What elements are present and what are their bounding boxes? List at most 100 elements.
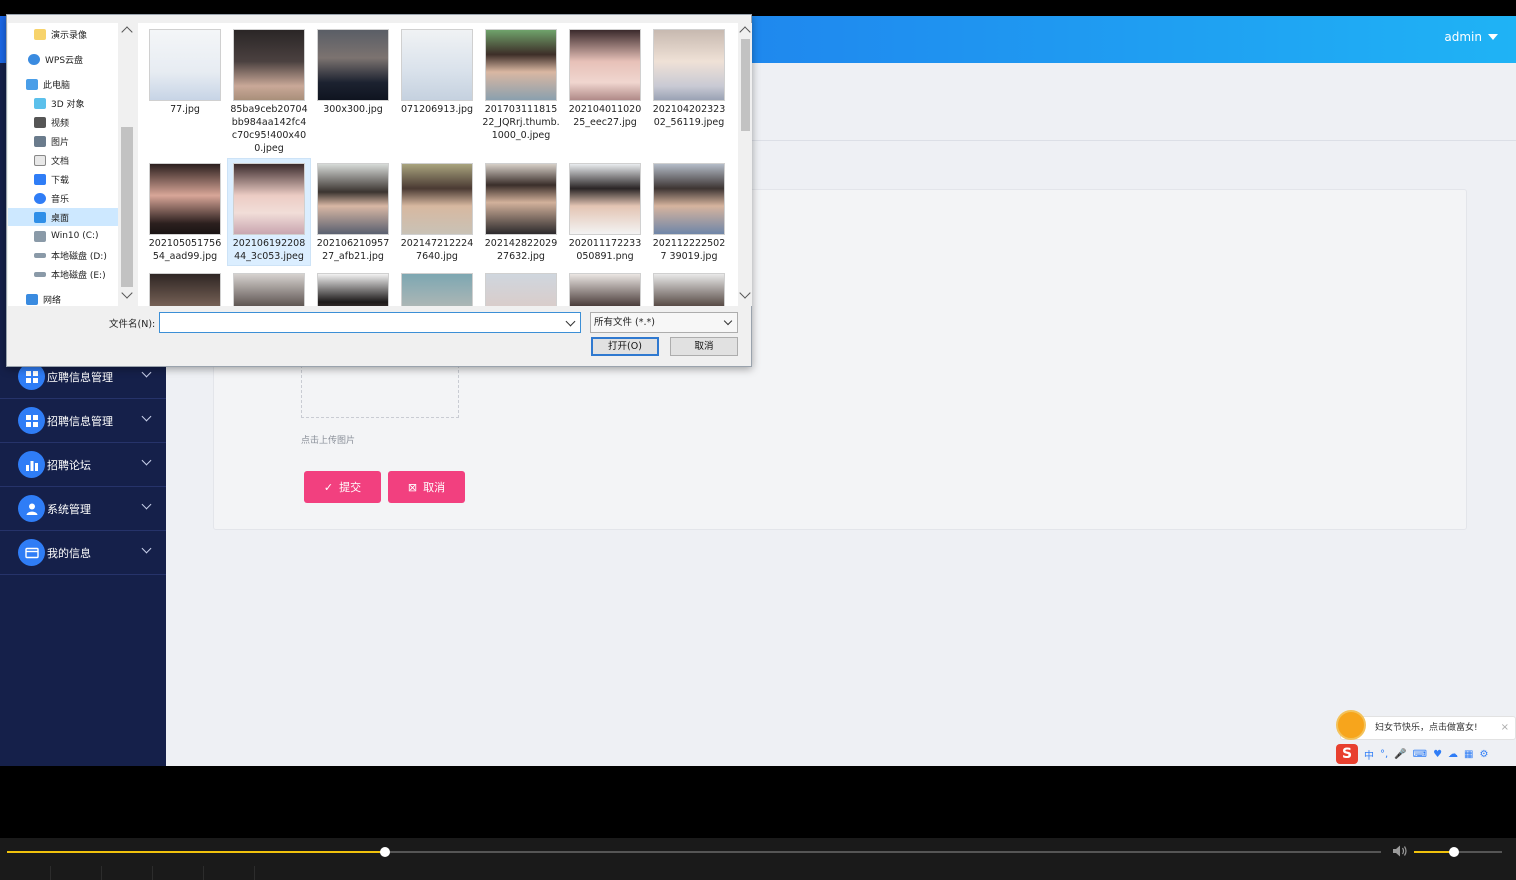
- microphone-icon[interactable]: 🎤: [1394, 749, 1406, 760]
- open-button[interactable]: 打开(O): [591, 337, 659, 356]
- volume-icon[interactable]: [1392, 844, 1408, 858]
- thumbnail: [569, 163, 641, 235]
- tree-item[interactable]: 图片: [8, 132, 118, 150]
- file-item[interactable]: 85ba9ceb20704bb984aa142fc4c70c95!400x400…: [228, 27, 310, 155]
- ime-tip[interactable]: 妇女节快乐，点击做富女! ×: [1340, 716, 1516, 740]
- scroll-up-icon[interactable]: [739, 26, 751, 38]
- progress-track[interactable]: [7, 851, 1381, 853]
- grid-icon: [18, 407, 45, 434]
- file-item[interactable]: 77.jpg: [144, 27, 226, 116]
- file-item[interactable]: 2021472122247640.jpg: [396, 161, 478, 263]
- sidebar-item-my-info[interactable]: 我的信息: [0, 531, 166, 575]
- file-item[interactable]: 20210621095727_afb21.jpg: [312, 161, 394, 263]
- gear-icon[interactable]: ⚙: [1480, 749, 1489, 760]
- toolbar-slot[interactable]: [51, 866, 102, 880]
- nav-scrollbar[interactable]: [118, 23, 136, 306]
- scroll-down-icon[interactable]: [121, 287, 133, 299]
- network-icon: [26, 293, 38, 305]
- toolbar-slot[interactable]: [153, 866, 204, 880]
- volume-handle[interactable]: [1448, 847, 1459, 857]
- keyboard-icon[interactable]: ⌨: [1413, 749, 1427, 760]
- tree-item-selected[interactable]: 桌面: [8, 208, 118, 226]
- tree-item[interactable]: 本地磁盘 (E:): [8, 265, 118, 283]
- skin-icon[interactable]: ♥: [1433, 749, 1442, 760]
- filename-input[interactable]: [159, 312, 581, 333]
- navigation-pane: 演示录像 WPS云盘 此电脑 3D 对象 视频 图片 文档 下载 音乐 桌面 W…: [8, 23, 136, 306]
- tree-item[interactable]: 3D 对象: [8, 94, 118, 112]
- ime-tip-text: 妇女节快乐，点击做富女!: [1375, 723, 1478, 733]
- sidebar-item-recruitment[interactable]: 招聘信息管理: [0, 399, 166, 443]
- music-icon: [34, 192, 46, 204]
- upload-hint: 点击上传图片: [301, 436, 356, 446]
- file-item[interactable]: 300x300.jpg: [312, 27, 394, 116]
- sidebar-item-forum[interactable]: 招聘论坛: [0, 443, 166, 487]
- file-item[interactable]: 20210401102025_eec27.jpg: [564, 27, 646, 129]
- file-item[interactable]: [648, 271, 730, 306]
- cloud-icon[interactable]: ☁: [1448, 749, 1458, 760]
- scrollbar-thumb[interactable]: [121, 127, 133, 287]
- card-icon: [18, 539, 45, 566]
- player-toolbar-strip: [0, 866, 1516, 880]
- cancel-button[interactable]: ⊠ 取消: [388, 471, 465, 503]
- user-menu[interactable]: admin: [1444, 30, 1498, 44]
- filename-label: 文件名(N):: [109, 319, 156, 330]
- progress-handle[interactable]: [379, 847, 390, 857]
- file-item[interactable]: [312, 271, 394, 306]
- file-item[interactable]: 071206913.jpg: [396, 27, 478, 116]
- submit-button[interactable]: ✓ 提交: [304, 471, 381, 503]
- thumbnail: [569, 273, 641, 306]
- file-item[interactable]: 202011172233050891.png: [564, 161, 646, 263]
- file-item[interactable]: [564, 271, 646, 306]
- tree-item[interactable]: 音乐: [8, 189, 118, 207]
- ime-mode[interactable]: 中: [1364, 747, 1374, 762]
- submit-label: 提交: [339, 481, 362, 494]
- thumbnail: [149, 273, 221, 306]
- file-item[interactable]: 20210505175654_aad99.jpg: [144, 161, 226, 263]
- file-item[interactable]: [480, 271, 562, 306]
- tree-item[interactable]: 此电脑: [8, 75, 118, 93]
- thumbnail: [149, 163, 221, 235]
- sidebar-item-system[interactable]: 系统管理: [0, 487, 166, 531]
- tree-item[interactable]: 下载: [8, 170, 118, 188]
- tree-item[interactable]: WPS云盘: [8, 50, 118, 68]
- file-item[interactable]: [228, 271, 310, 306]
- dialog-cancel-button[interactable]: 取消: [670, 337, 738, 356]
- tree-item[interactable]: 文档: [8, 151, 118, 169]
- thumbnail: [149, 29, 221, 101]
- picture-icon: [34, 135, 46, 147]
- ime-logo[interactable]: S: [1336, 744, 1358, 764]
- toolbar-slot[interactable]: [0, 866, 51, 880]
- file-item-selected[interactable]: 20210619220844_3c053.jpeg: [227, 158, 311, 266]
- file-item[interactable]: [144, 271, 226, 306]
- file-list-pane: 77.jpg 85ba9ceb20704bb984aa142fc4c70c95!…: [138, 23, 738, 306]
- sidebar-item-label: 应聘信息管理: [47, 370, 113, 384]
- file-item[interactable]: 20170311181522_JQRrj.thumb.1000_0.jpeg: [480, 27, 562, 142]
- grid-icon[interactable]: ▦: [1464, 749, 1473, 760]
- tree-item[interactable]: 演示录像: [8, 25, 118, 43]
- scroll-up-icon[interactable]: [121, 26, 133, 38]
- video-player-controls: [0, 838, 1516, 880]
- drive-icon: [34, 271, 46, 277]
- download-icon: [34, 173, 46, 185]
- scroll-down-icon[interactable]: [739, 287, 751, 299]
- file-type-select[interactable]: 所有文件 (*.*): [590, 312, 738, 333]
- toolbar-slot[interactable]: [204, 866, 255, 880]
- file-list-scrollbar[interactable]: [738, 23, 752, 306]
- file-item[interactable]: [396, 271, 478, 306]
- computer-icon: [26, 78, 38, 90]
- punctuation-icon[interactable]: °,: [1380, 749, 1388, 760]
- toolbar-slot[interactable]: [102, 866, 153, 880]
- file-item[interactable]: 2021122225027 39019.jpg: [648, 161, 730, 263]
- file-item[interactable]: 20210420232302_56119.jpeg: [648, 27, 730, 129]
- file-item[interactable]: 20214282202927632.jpg: [480, 161, 562, 263]
- thumbnail: [317, 29, 389, 101]
- tree-item[interactable]: 网络: [8, 290, 118, 306]
- tree-item[interactable]: Win10 (C:): [8, 227, 118, 245]
- tree-item[interactable]: 本地磁盘 (D:): [8, 246, 118, 264]
- thumbnail: [653, 29, 725, 101]
- tree-item[interactable]: 视频: [8, 113, 118, 131]
- thumbnail: [653, 163, 725, 235]
- close-icon[interactable]: ×: [1501, 717, 1509, 739]
- scrollbar-thumb[interactable]: [741, 39, 750, 131]
- thumbnail: [233, 163, 305, 235]
